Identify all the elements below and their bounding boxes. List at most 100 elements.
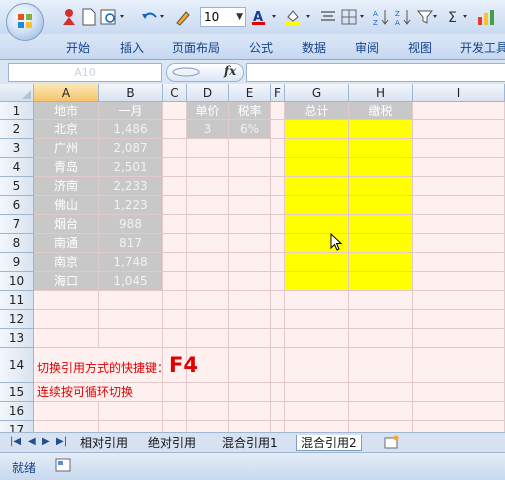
cell-b11[interactable]: [99, 291, 163, 310]
row-header-4[interactable]: 4: [0, 158, 34, 177]
cell-b8[interactable]: 817: [99, 234, 163, 253]
cell-d3[interactable]: [187, 139, 229, 158]
cell-g7[interactable]: [285, 215, 349, 234]
cell-i2[interactable]: [413, 120, 505, 139]
cell-f9[interactable]: [271, 253, 285, 272]
cell-b7[interactable]: 988: [99, 215, 163, 234]
select-all-corner[interactable]: [0, 84, 34, 102]
row-header-14[interactable]: 14: [0, 348, 34, 383]
tab-data[interactable]: 数据: [302, 39, 326, 56]
cell-a7[interactable]: 烟台: [34, 215, 99, 234]
cell-f4[interactable]: [271, 158, 285, 177]
cell-d9[interactable]: [187, 253, 229, 272]
cell-g16[interactable]: [285, 402, 349, 421]
cell-g14[interactable]: [285, 348, 349, 383]
cell-a15-cycle-tip[interactable]: 连续按可循环切换: [34, 383, 133, 402]
cell-b16[interactable]: [99, 402, 163, 421]
cell-h16[interactable]: [349, 402, 413, 421]
cell-h4[interactable]: [349, 158, 413, 177]
cell-g2[interactable]: [285, 120, 349, 139]
cell-a13[interactable]: [34, 329, 99, 348]
worksheet-grid[interactable]: ABCDEFGHI 1 2 3 4 5 6 7 8 9 10 11 12 13 14 15 16 17 地市 一月…: [0, 84, 505, 432]
cell-h10[interactable]: [349, 272, 413, 291]
sheet-tab-mixed-ref-1[interactable]: 混合引用1: [222, 435, 278, 451]
cell-i12[interactable]: [413, 310, 505, 329]
row-header-16[interactable]: 16: [0, 402, 34, 421]
formula-input[interactable]: [246, 63, 505, 82]
cell-h8[interactable]: [349, 234, 413, 253]
cell-a5[interactable]: 济南: [34, 177, 99, 196]
new-document-icon[interactable]: [82, 8, 96, 26]
cell-d2[interactable]: 3: [187, 120, 229, 139]
last-sheet-icon[interactable]: ▶|: [56, 436, 67, 447]
column-header-d[interactable]: D: [187, 84, 229, 102]
cell-c6[interactable]: [163, 196, 187, 215]
cell-b3[interactable]: 2,087: [99, 139, 163, 158]
cell-f8[interactable]: [271, 234, 285, 253]
cell-a6[interactable]: 佛山: [34, 196, 99, 215]
macro-record-icon[interactable]: [55, 458, 71, 472]
cell-c15[interactable]: [163, 383, 187, 402]
column-header-a[interactable]: A: [34, 84, 99, 102]
cell-e16[interactable]: [229, 402, 271, 421]
cell-i14[interactable]: [413, 348, 505, 383]
cell-a2[interactable]: 北京: [34, 120, 99, 139]
cell-d15[interactable]: [187, 383, 229, 402]
prev-sheet-icon[interactable]: ◀: [28, 436, 36, 447]
cell-h3[interactable]: [349, 139, 413, 158]
cell-c7[interactable]: [163, 215, 187, 234]
cell-g11[interactable]: [285, 291, 349, 310]
cell-h11[interactable]: [349, 291, 413, 310]
fill-color-icon[interactable]: [284, 8, 316, 26]
column-header-g[interactable]: G: [285, 84, 349, 102]
cell-e8[interactable]: [229, 234, 271, 253]
name-box[interactable]: A10: [8, 63, 162, 82]
column-header-f[interactable]: F: [271, 84, 285, 102]
cell-b17[interactable]: [99, 421, 163, 432]
cell-g10[interactable]: [285, 272, 349, 291]
cell-h2[interactable]: [349, 120, 413, 139]
cell-e13[interactable]: [229, 329, 271, 348]
cell-i11[interactable]: [413, 291, 505, 310]
cell-i13[interactable]: [413, 329, 505, 348]
cell-h9[interactable]: [349, 253, 413, 272]
cell-f12[interactable]: [271, 310, 285, 329]
cell-g9[interactable]: [285, 253, 349, 272]
column-header-b[interactable]: B: [99, 84, 163, 102]
row-header-1[interactable]: 1: [0, 102, 34, 120]
cell-g6[interactable]: [285, 196, 349, 215]
sort-descending-icon[interactable]: ZA: [394, 8, 414, 26]
column-header-e[interactable]: E: [229, 84, 271, 102]
row-header-9[interactable]: 9: [0, 253, 34, 272]
cell-f11[interactable]: [271, 291, 285, 310]
cell-b9[interactable]: 1,748: [99, 253, 163, 272]
cell-h15[interactable]: [349, 383, 413, 402]
cell-a17[interactable]: [34, 421, 99, 432]
cell-b10[interactable]: 1,045: [99, 272, 163, 291]
sheet-tab-absolute-ref[interactable]: 绝对引用: [148, 435, 196, 451]
cell-b5[interactable]: 2,233: [99, 177, 163, 196]
cell-i1[interactable]: [413, 102, 505, 120]
tab-insert[interactable]: 插入: [120, 39, 144, 56]
cell-g13[interactable]: [285, 329, 349, 348]
cell-e10[interactable]: [229, 272, 271, 291]
print-preview-icon[interactable]: [100, 8, 128, 26]
cell-d8[interactable]: [187, 234, 229, 253]
insert-sheet-icon[interactable]: [382, 435, 400, 449]
cell-f13[interactable]: [271, 329, 285, 348]
cell-i16[interactable]: [413, 402, 505, 421]
cell-i8[interactable]: [413, 234, 505, 253]
cell-a3[interactable]: 广州: [34, 139, 99, 158]
tab-page-layout[interactable]: 页面布局: [172, 39, 220, 56]
undo-icon[interactable]: [140, 8, 168, 26]
cell-d7[interactable]: [187, 215, 229, 234]
cell-f16[interactable]: [271, 402, 285, 421]
tab-home[interactable]: 开始: [66, 39, 90, 56]
row-header-17[interactable]: 17: [0, 421, 34, 432]
next-sheet-icon[interactable]: ▶: [42, 436, 50, 447]
cell-c4[interactable]: [163, 158, 187, 177]
cell-i15[interactable]: [413, 383, 505, 402]
cell-a14-shortcut-tip[interactable]: 切换引用方式的快捷键：F4: [34, 348, 198, 383]
tab-review[interactable]: 审阅: [355, 39, 379, 56]
row-header-7[interactable]: 7: [0, 215, 34, 234]
